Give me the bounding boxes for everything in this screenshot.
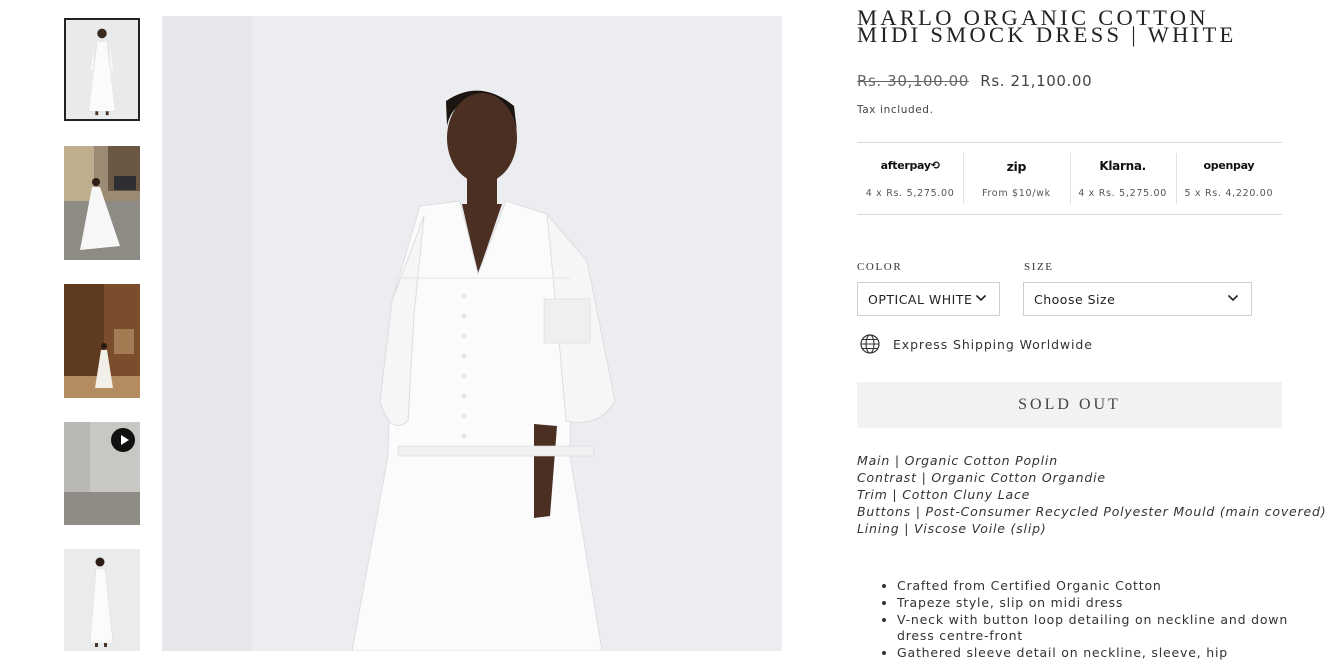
play-icon[interactable] [111,428,135,452]
features-list: Crafted from Certified Organic Cotton Tr… [857,578,1297,662]
product-title-line-2: MIDI SMOCK DRESS | WHITE [857,22,1237,47]
openpay-installment: 5 x Rs. 4,220.00 [1184,188,1274,199]
material-item: Lining | Viscose Voile (slip) [857,521,1047,536]
chevron-down-icon [975,294,987,302]
feature-item: Gathered sleeve detail on neckline, slee… [897,645,1297,662]
payment-option-zip[interactable]: zip From $10/wk [963,143,1069,214]
main-product-image[interactable] [162,16,782,651]
tax-note: Tax included. [857,104,934,116]
model-in-white-dress-image [162,16,782,651]
thumbnail-3-image [64,284,140,398]
thumbnail-2-image [64,146,140,260]
chevron-down-icon [1227,294,1239,302]
afterpay-logo: afterpay⟲ [880,159,940,172]
klarna-installment: 4 x Rs. 5,275.00 [1078,188,1168,199]
sold-out-button[interactable]: SOLD OUT [857,382,1282,428]
sale-price: Rs. 21,100.00 [980,72,1093,90]
materials-list: Main | Organic Cotton Poplin Contrast | … [857,452,1326,537]
original-price: Rs. 30,100.00 [857,72,969,90]
thumbnail-2[interactable] [64,146,140,260]
thumbnail-1[interactable] [64,18,140,121]
color-label: COLOR [857,261,903,273]
size-select-value: Choose Size [1034,292,1116,307]
material-item: Contrast | Organic Cotton Organdie [857,470,1106,485]
shipping-text: Express Shipping Worldwide [893,336,1093,352]
thumbnail-5-image [64,549,140,651]
size-label: SIZE [1024,261,1054,273]
klarna-logo: Klarna. [1099,159,1146,173]
material-item: Trim | Cotton Cluny Lace [857,487,1031,502]
thumbnail-5[interactable] [64,549,140,651]
product-title: MARLO ORGANIC COTTON MIDI SMOCK DRESS | … [857,6,1283,46]
payment-option-klarna[interactable]: Klarna. 4 x Rs. 5,275.00 [1069,143,1176,214]
size-select[interactable]: Choose Size [1023,282,1252,316]
feature-item: V-neck with button loop detailing on nec… [897,612,1297,646]
payment-option-openpay[interactable]: openpay 5 x Rs. 4,220.00 [1175,143,1282,214]
zip-installment: From $10/wk [981,188,1051,199]
thumbnail-4-video[interactable] [64,422,140,525]
shipping-info: Express Shipping Worldwide [857,333,1093,355]
thumbnail-3[interactable] [64,284,140,398]
material-item: Buttons | Post-Consumer Recycled Polyest… [857,504,1327,519]
feature-item: Crafted from Certified Organic Cotton [897,578,1297,595]
price-block: Rs. 30,100.00 Rs. 21,100.00 [857,72,1092,90]
payment-options: afterpay⟲ 4 x Rs. 5,275.00 zip From $10/… [857,142,1282,215]
feature-item: Trapeze style, slip on midi dress [897,595,1297,612]
color-select[interactable]: OPTICAL WHITE [857,282,1000,316]
openpay-logo: openpay [1203,159,1255,172]
afterpay-installment: 4 x Rs. 5,275.00 [865,188,955,199]
color-select-value: OPTICAL WHITE [868,292,973,307]
zip-logo: zip [1006,159,1027,174]
globe-icon [860,334,880,354]
payment-option-afterpay[interactable]: afterpay⟲ 4 x Rs. 5,275.00 [857,143,963,214]
thumbnail-1-image [66,20,138,119]
material-item: Main | Organic Cotton Poplin [857,453,1058,468]
